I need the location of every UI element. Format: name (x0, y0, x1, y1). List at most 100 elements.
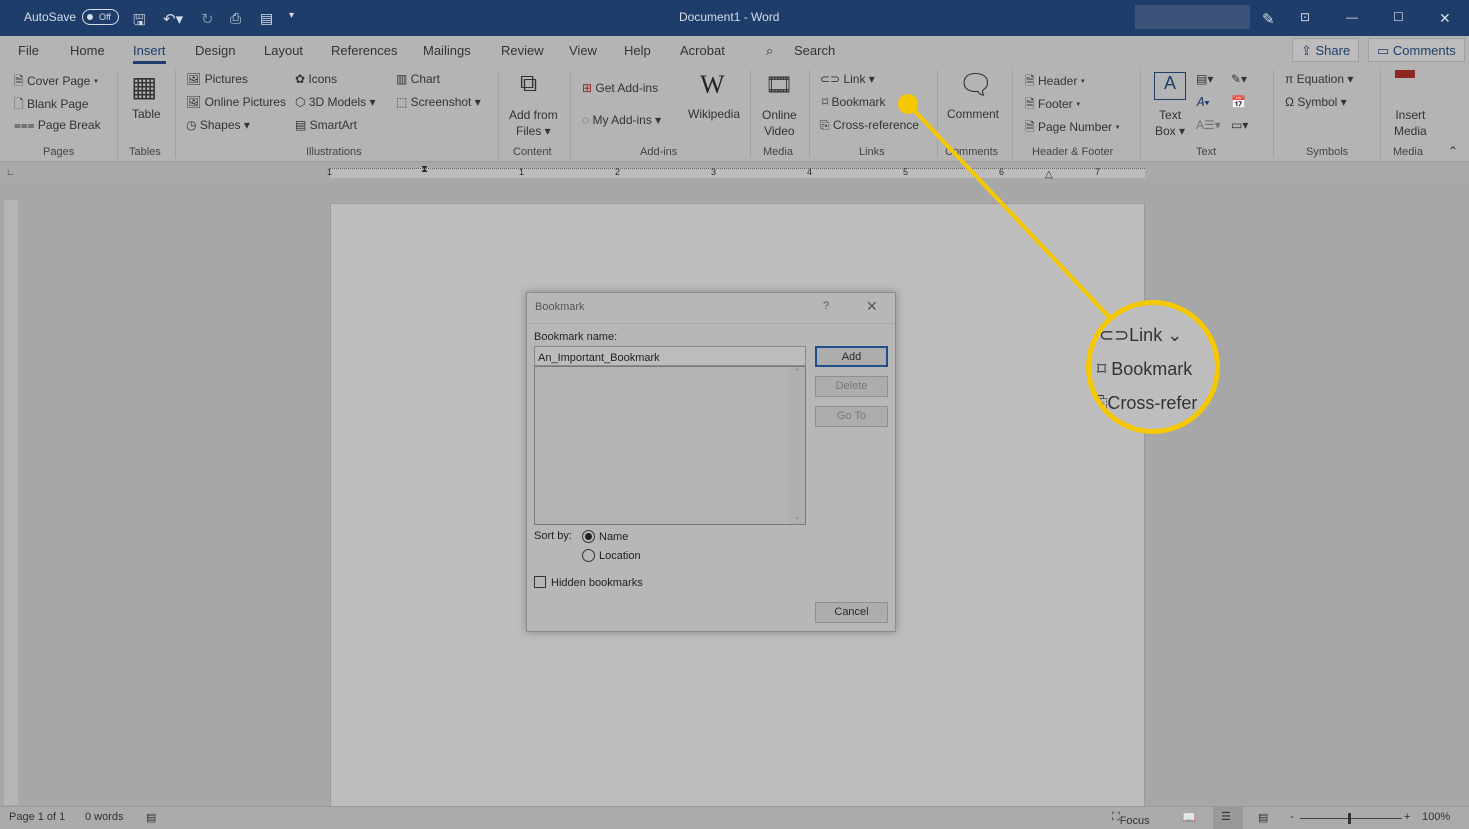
drop-cap-icon[interactable]: A☰▾ (1196, 118, 1221, 132)
bookmark-list[interactable]: ⌃ ⌄ (534, 366, 806, 525)
symbol-button[interactable]: Ω Symbol ▾ (1285, 95, 1347, 109)
shapes-button[interactable]: ◷ Shapes ▾ (186, 118, 250, 132)
text-box-button[interactable]: Text Box ▾ (1155, 107, 1185, 139)
tab-references[interactable]: References (331, 43, 397, 58)
online-video-button[interactable]: Online Video (762, 107, 797, 139)
tab-acrobat[interactable]: Acrobat (680, 43, 725, 58)
pen-icon[interactable]: ✎ (1262, 10, 1275, 28)
share-button[interactable]: ⇪ Share (1292, 38, 1360, 62)
hidden-bookmarks-label[interactable]: Hidden bookmarks (551, 577, 643, 589)
tab-file[interactable]: File (18, 43, 39, 58)
3d-models-button[interactable]: ⬡ 3D Models ▾ (295, 95, 376, 109)
tab-layout[interactable]: Layout (264, 43, 303, 58)
header-button[interactable]: 🗎 Header ▾ (1025, 72, 1085, 93)
redo-icon[interactable]: ↻ (201, 10, 214, 28)
tab-home[interactable]: Home (70, 43, 105, 58)
word-count[interactable]: 0 words (85, 811, 124, 823)
wordart-icon[interactable]: 𝐴▾ (1196, 95, 1210, 110)
page-number-button[interactable]: 🗎 Page Number ▾ (1025, 118, 1120, 139)
search-icon[interactable]: ⌕ (766, 43, 773, 59)
focus-button[interactable]: ⛶ Focus (1112, 811, 1150, 827)
blank-page-button[interactable]: 🗋 Blank Page (14, 95, 88, 116)
save-icon[interactable]: 🖫 (133, 10, 146, 35)
print-preview-icon[interactable]: ⎙ (230, 10, 241, 27)
zoom-out-button[interactable]: - (1290, 811, 1294, 823)
tab-mailings[interactable]: Mailings (423, 43, 471, 58)
document-icon[interactable]: ▤ (260, 10, 273, 27)
page-count[interactable]: Page 1 of 1 (9, 811, 65, 823)
minimize-button[interactable]: — (1346, 10, 1358, 24)
icons-button[interactable]: ✿ Icons (295, 72, 337, 86)
zoom-in-button[interactable]: + (1404, 811, 1410, 823)
hidden-bookmarks-checkbox[interactable] (534, 576, 546, 588)
add-from-files-icon[interactable]: ⧉ (520, 70, 537, 98)
link-button[interactable]: ⊂⊃ Link ▾ (820, 72, 875, 86)
add-from-files-button[interactable]: Add from Files ▾ (509, 107, 558, 139)
wikipedia-icon[interactable]: W (700, 70, 725, 100)
insert-media-icon[interactable] (1395, 70, 1415, 78)
proofing-icon[interactable]: ▤ (146, 811, 156, 824)
date-time-icon[interactable]: 📅 (1231, 95, 1246, 109)
read-mode-icon[interactable]: 📖 (1182, 811, 1196, 824)
comment-button[interactable]: Comment (947, 107, 999, 121)
cancel-button[interactable]: Cancel (815, 602, 888, 623)
autosave-toggle[interactable]: Off (82, 9, 119, 25)
sort-location-radio[interactable] (582, 549, 595, 562)
table-icon[interactable]: ▦ (131, 70, 157, 103)
smartart-button[interactable]: ▤ SmartArt (295, 118, 357, 132)
maximize-button[interactable]: ☐ (1393, 10, 1404, 24)
sort-location-label[interactable]: Location (599, 550, 641, 562)
tab-help[interactable]: Help (624, 43, 651, 58)
customize-qat-icon[interactable]: ▾ (289, 10, 294, 21)
search-box[interactable]: Search (794, 43, 835, 58)
signature-line-icon[interactable]: ✎▾ (1231, 72, 1247, 86)
sort-name-radio[interactable] (582, 530, 595, 543)
tab-view[interactable]: View (569, 43, 597, 58)
screenshot-button[interactable]: ⬚ Screenshot ▾ (396, 95, 481, 109)
help-button[interactable]: ? (823, 300, 829, 312)
cover-page-button[interactable]: 🗎 Cover Page ▾ (14, 72, 98, 93)
cross-reference-button[interactable]: ⎘ Cross-reference (820, 118, 919, 133)
table-button[interactable]: Table (132, 107, 161, 121)
my-addins-button[interactable]: ◌ My Add-ins ▾ (582, 113, 661, 127)
page-break-button[interactable]: ⩶ Page Break (14, 118, 101, 133)
collapse-ribbon-icon[interactable]: ⌃ (1448, 144, 1458, 158)
tab-review[interactable]: Review (501, 43, 544, 58)
quick-parts-icon[interactable]: ▤▾ (1196, 72, 1213, 86)
tab-insert[interactable]: Insert (133, 43, 166, 64)
indent-marker[interactable]: ⧗ (421, 164, 428, 175)
sort-name-label[interactable]: Name (599, 531, 628, 543)
account-area[interactable] (1135, 5, 1250, 29)
text-box-icon[interactable]: A (1154, 72, 1186, 100)
undo-icon[interactable]: ↶▾ (163, 10, 183, 28)
tab-design[interactable]: Design (195, 43, 235, 58)
zoom-slider[interactable] (1300, 813, 1402, 824)
footer-button[interactable]: 🗎 Footer ▾ (1025, 95, 1080, 116)
list-scrollbar[interactable]: ⌃ ⌄ (789, 367, 805, 524)
horizontal-ruler[interactable]: ∟ 1 1 2 3 4 5 6 7 ⧗ △ (0, 163, 1469, 183)
wikipedia-button[interactable]: Wikipedia (688, 107, 740, 121)
insert-media-button[interactable]: Insert Media (1394, 107, 1427, 139)
add-button[interactable]: Add (815, 346, 888, 367)
comment-icon[interactable]: 🗨 (958, 68, 994, 101)
close-button[interactable]: ✕ (1439, 10, 1451, 27)
go-to-button[interactable]: Go To (815, 406, 888, 427)
vertical-ruler[interactable] (4, 200, 18, 805)
chart-button[interactable]: ▥ Chart (396, 72, 440, 86)
object-icon[interactable]: ▭▾ (1231, 118, 1248, 132)
bookmark-button[interactable]: ⌑ Bookmark (822, 95, 886, 109)
bookmark-name-input[interactable]: An_Important_Bookmark (534, 346, 806, 366)
get-addins-button[interactable]: ⊞ Get Add-ins (582, 81, 658, 95)
comments-button[interactable]: ▭ Comments (1368, 38, 1465, 62)
zoom-level[interactable]: 100% (1422, 811, 1450, 823)
online-video-icon[interactable]: 🎞 (765, 72, 793, 98)
equation-button[interactable]: π Equation ▾ (1285, 72, 1353, 86)
online-pictures-button[interactable]: 🖼 Online Pictures (186, 95, 286, 109)
web-layout-icon[interactable]: ▤ (1258, 811, 1268, 824)
print-layout-icon[interactable]: ☰ (1213, 807, 1243, 829)
ribbon-display-icon[interactable]: ⊡ (1300, 10, 1310, 24)
right-indent-marker[interactable]: △ (1045, 169, 1053, 180)
tab-selector[interactable]: ∟ (6, 167, 15, 177)
dialog-close-button[interactable]: ✕ (866, 298, 878, 315)
pictures-button[interactable]: 🖼 Pictures (186, 72, 248, 86)
